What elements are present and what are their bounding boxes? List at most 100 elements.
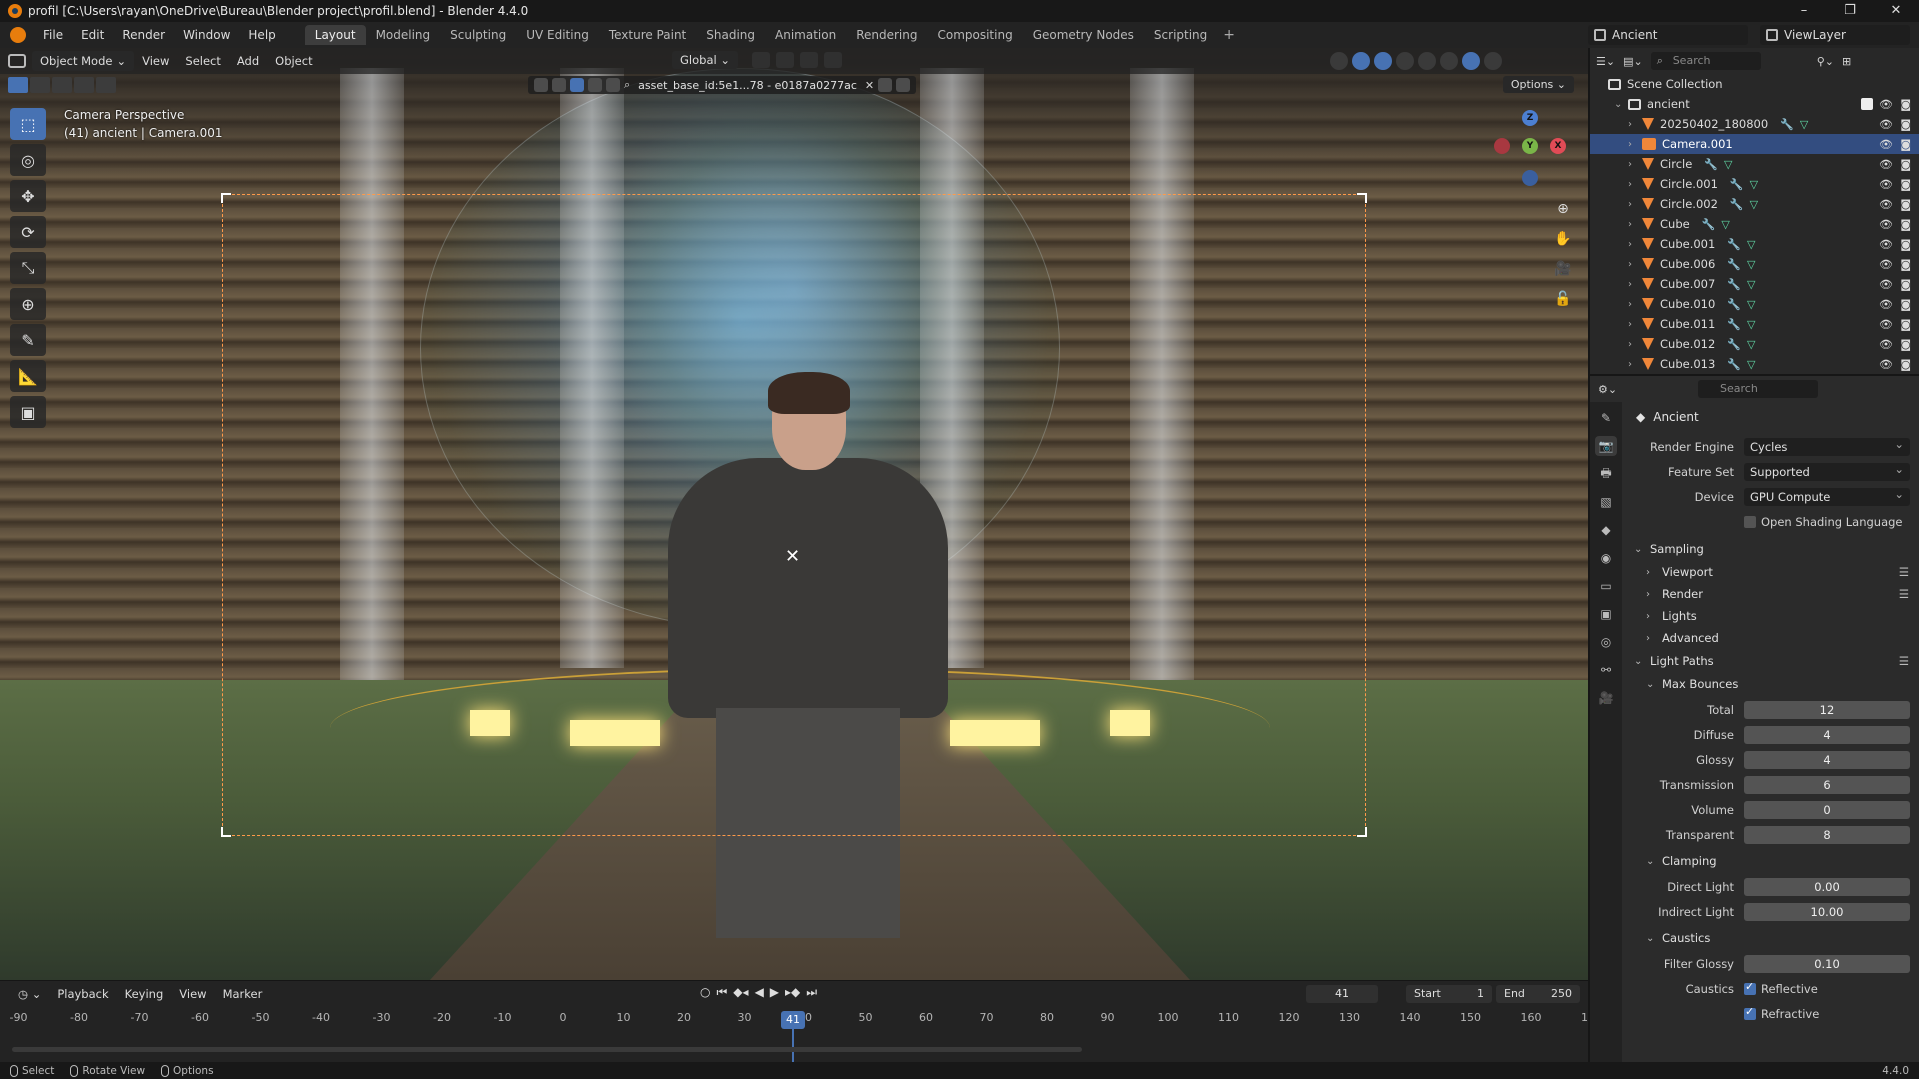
start-frame-field[interactable]: Start 1 [1406, 985, 1492, 1003]
maximize-button[interactable]: ❐ [1827, 0, 1873, 22]
expand-icon[interactable]: › [1628, 179, 1642, 190]
viewport-options-button[interactable]: Options ⌄ [1502, 76, 1574, 93]
outliner-object-row[interactable]: › Cube.006 🔧 ▽ 👁 ◙ [1590, 254, 1919, 274]
tab-animation[interactable]: Animation [765, 25, 846, 45]
feature-set-dropdown[interactable]: Supported [1744, 460, 1910, 481]
eye-icon[interactable]: 👁 [1879, 158, 1893, 171]
render-toggle-icon[interactable]: ◙ [1900, 278, 1911, 291]
select-new-icon[interactable] [8, 77, 28, 93]
play-icon[interactable]: ▶ [770, 985, 779, 1000]
eye-icon[interactable]: 👁 [1879, 358, 1893, 371]
outliner-object-row[interactable]: › Camera.001 👁 ◙ [1590, 134, 1919, 154]
eye-icon[interactable]: 👁 [1879, 198, 1893, 211]
bounce-field[interactable]: 12 [1744, 701, 1910, 719]
select-invert-icon[interactable] [74, 77, 94, 93]
object-icon[interactable] [534, 78, 548, 92]
expand-icon[interactable]: › [1628, 359, 1642, 370]
auto-key-icon[interactable]: ○ [700, 985, 710, 1000]
select-intersect-icon[interactable] [96, 77, 116, 93]
add-cube-tool-icon[interactable]: ▣ [10, 396, 46, 428]
tab-shading[interactable]: Shading [696, 25, 765, 45]
measure-tool-icon[interactable]: 📐 [10, 360, 46, 392]
menu-marker[interactable]: Marker [215, 987, 271, 1001]
modifier-icon[interactable]: 🔧 [1727, 278, 1741, 291]
render-engine-dropdown[interactable]: Cycles [1744, 435, 1910, 456]
sampling-render-subpanel[interactable]: › Render ☰ [1624, 583, 1919, 605]
gizmo-toggle-icon[interactable] [1352, 52, 1370, 70]
jump-start-icon[interactable]: ⏮ [716, 985, 727, 1000]
filter-icon[interactable]: ⚲⌄ [1817, 55, 1834, 68]
collection-row-ancient[interactable]: ⌄ ancient 👁 ◙ [1590, 94, 1919, 114]
tab-compositing[interactable]: Compositing [927, 25, 1022, 45]
modifier-icon[interactable]: 🔧 [1727, 358, 1741, 371]
camera-visibility-icon[interactable] [570, 78, 584, 92]
annotate-tool-icon[interactable]: ✎ [10, 324, 46, 356]
outliner-object-row[interactable]: › Cube.013 🔧 ▽ 👁 ◙ [1590, 354, 1919, 374]
y-axis-icon[interactable]: Y [1522, 138, 1538, 154]
exclude-checkbox[interactable] [1861, 98, 1873, 110]
3d-viewport[interactable]: ✕ Object Mode ⌄ View Select Add Object G… [0, 48, 1588, 980]
mesh-data-icon[interactable]: ▽ [1750, 198, 1758, 211]
mesh-data-icon[interactable]: ▽ [1747, 298, 1755, 311]
object-tab-icon[interactable]: ▣ [1595, 604, 1617, 624]
modifier-icon[interactable]: 🔧 [1727, 338, 1741, 351]
menu-window[interactable]: Window [174, 22, 239, 48]
bounce-field[interactable]: 4 [1744, 726, 1910, 744]
neg-x-axis-icon[interactable] [1494, 138, 1510, 154]
expand-icon[interactable]: › [1628, 299, 1642, 310]
expand-icon[interactable]: › [1628, 139, 1642, 150]
render-toggle-icon[interactable]: ◙ [1900, 158, 1911, 171]
asset-search-text[interactable]: asset_base_id:5e1...78 - e0187a0277ac [638, 79, 857, 92]
eye-icon[interactable]: 👁 [1879, 278, 1893, 291]
camera-view-icon[interactable]: 🎥 [1552, 258, 1574, 280]
mesh-icon[interactable] [552, 78, 566, 92]
sampling-panel-header[interactable]: ⌄ Sampling [1624, 537, 1919, 561]
tab-geometry-nodes[interactable]: Geometry Nodes [1023, 25, 1144, 45]
outliner-object-row[interactable]: › Cube 🔧 ▽ 👁 ◙ [1590, 214, 1919, 234]
render-toggle-icon[interactable]: ◙ [1900, 258, 1911, 271]
object-name[interactable]: Circle.002 [1660, 197, 1718, 211]
menu-file[interactable]: File [34, 22, 72, 48]
next-keyframe-icon[interactable]: ▸◆ [785, 985, 800, 1000]
eye-icon[interactable]: 👁 [1879, 118, 1893, 131]
render-toggle-icon[interactable]: ◙ [1900, 118, 1911, 131]
editor-type-icon[interactable] [8, 54, 26, 68]
menu-edit[interactable]: Edit [72, 22, 113, 48]
render-toggle-icon[interactable]: ◙ [1900, 98, 1911, 111]
select-subtract-icon[interactable] [52, 77, 72, 93]
material-icon[interactable] [606, 78, 620, 92]
view-layer-selector[interactable]: ViewLayer [1760, 25, 1910, 45]
light-icon[interactable] [588, 78, 602, 92]
pivot-icon[interactable] [752, 52, 770, 68]
eye-icon[interactable]: 👁 [1879, 98, 1893, 111]
direct-light-field[interactable]: 0.00 [1744, 878, 1910, 896]
view-layer-tab-icon[interactable]: ▧ [1595, 492, 1617, 512]
render-toggle-icon[interactable]: ◙ [1900, 218, 1911, 231]
menu-view[interactable]: View [134, 51, 177, 71]
max-bounces-subpanel[interactable]: ⌄ Max Bounces [1624, 673, 1919, 695]
render-toggle-icon[interactable]: ◙ [1900, 198, 1911, 211]
caustics-subpanel[interactable]: ⌄ Caustics [1624, 927, 1919, 949]
bounce-field[interactable]: 6 [1744, 776, 1910, 794]
timeline-editor-type-icon[interactable]: ◷ ⌄ [10, 987, 49, 1001]
filter-icon[interactable] [896, 78, 911, 92]
object-name[interactable]: 20250402_180800 [1660, 117, 1768, 131]
scale-tool-icon[interactable]: ⤡ [10, 252, 46, 284]
move-tool-icon[interactable]: ✥ [10, 180, 46, 212]
output-tab-icon[interactable]: 🖶 [1595, 464, 1617, 484]
object-name[interactable]: Cube [1660, 217, 1690, 231]
refractive-checkbox[interactable]: Refractive [1744, 1005, 1819, 1021]
mesh-data-icon[interactable]: ▽ [1721, 218, 1729, 231]
expand-icon[interactable]: › [1628, 259, 1642, 270]
outliner-search-input[interactable]: Search [1650, 52, 1761, 70]
device-dropdown[interactable]: GPU Compute [1744, 485, 1910, 506]
modifier-icon[interactable]: 🔧 [1727, 318, 1741, 331]
rotate-tool-icon[interactable]: ⟳ [10, 216, 46, 248]
menu-keying[interactable]: Keying [117, 987, 172, 1001]
mesh-data-icon[interactable]: ▽ [1747, 338, 1755, 351]
object-name[interactable]: Cube.013 [1660, 357, 1715, 371]
modifier-icon[interactable]: 🔧 [1702, 218, 1716, 231]
proportional-edit-icon[interactable] [824, 52, 842, 68]
eye-icon[interactable]: 👁 [1879, 238, 1893, 251]
overlay-toggle-icon[interactable] [1374, 52, 1392, 70]
